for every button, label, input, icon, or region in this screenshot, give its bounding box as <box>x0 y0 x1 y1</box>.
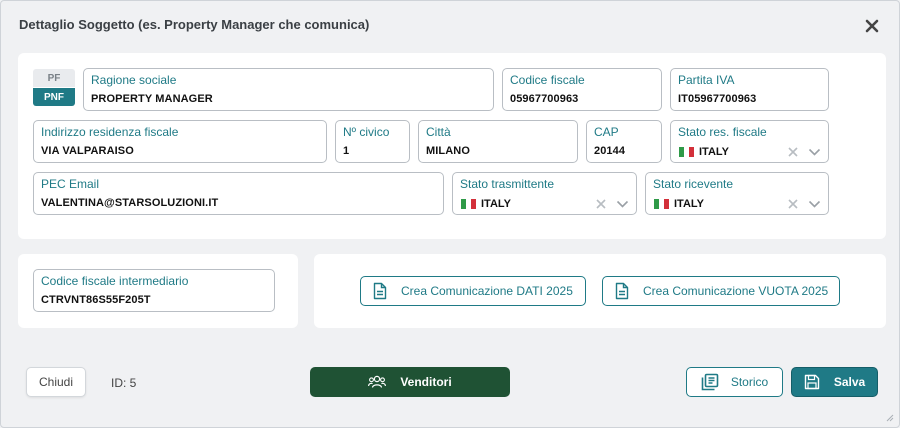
clear-x-icon[interactable] <box>787 198 799 210</box>
save-icon <box>804 374 820 390</box>
stato-ricevente-label: Stato ricevente <box>653 177 734 191</box>
civico-label: Nº civico <box>343 125 390 139</box>
close-icon <box>865 19 879 33</box>
italy-flag-icon <box>654 199 669 209</box>
cap-label: CAP <box>594 125 619 139</box>
stato-trasmittente-select[interactable]: Stato trasmittente ITALY <box>452 172 637 215</box>
italy-flag-icon <box>461 199 476 209</box>
pec-value: VALENTINA@STARSOLUZIONI.IT <box>41 197 219 209</box>
salva-label: Salva <box>833 375 866 389</box>
stato-res-select[interactable]: Stato res. fiscale ITALY <box>670 120 829 163</box>
cap-value: 20144 <box>594 145 626 157</box>
stato-ricevente-select[interactable]: Stato ricevente ITALY <box>645 172 829 215</box>
venditori-label: Venditori <box>400 375 452 389</box>
citta-value: MILANO <box>426 145 470 157</box>
cap-field[interactable]: CAP 20144 <box>586 120 662 163</box>
resize-handle-icon[interactable] <box>884 412 894 422</box>
salva-button[interactable]: Salva <box>791 367 878 397</box>
partita-iva-label: Partita IVA <box>678 73 735 87</box>
crea-vuota-label: Crea Comunicazione VUOTA 2025 <box>643 284 829 298</box>
subject-type-pf[interactable]: PF <box>33 69 75 87</box>
partita-iva-value: IT05967700963 <box>678 93 757 105</box>
users-icon <box>368 375 387 388</box>
subject-detail-modal: Dettaglio Soggetto (es. Property Manager… <box>0 0 900 428</box>
storico-label: Storico <box>730 375 769 389</box>
clear-x-icon[interactable] <box>787 146 799 158</box>
ragione-sociale-label: Ragione sociale <box>91 73 177 87</box>
chevron-down-icon[interactable] <box>808 199 821 209</box>
codice-fiscale-label: Codice fiscale <box>510 73 585 87</box>
close-button[interactable] <box>861 15 883 37</box>
indirizzo-value: VIA VALPARAISO <box>41 145 134 157</box>
crea-dati-label: Crea Comunicazione DATI 2025 <box>401 284 573 298</box>
chevron-down-icon[interactable] <box>616 199 629 209</box>
partita-iva-field[interactable]: Partita IVA IT05967700963 <box>670 68 829 111</box>
clear-x-icon[interactable] <box>595 198 607 210</box>
citta-label: Città <box>426 125 451 139</box>
indirizzo-label: Indirizzo residenza fiscale <box>41 125 179 139</box>
crea-comunicazione-vuota-button[interactable]: Crea Comunicazione VUOTA 2025 <box>602 276 840 306</box>
ragione-sociale-value: PROPERTY MANAGER <box>91 93 213 105</box>
document-icon <box>615 282 629 300</box>
indirizzo-field[interactable]: Indirizzo residenza fiscale VIA VALPARAI… <box>33 120 327 163</box>
cf-intermediario-label: Codice fiscale intermediario <box>41 274 189 288</box>
subject-type-pnf[interactable]: PNF <box>33 88 75 106</box>
cf-intermediario-value: CTRVNT86S55F205T <box>41 294 151 306</box>
stato-trasmittente-label: Stato trasmittente <box>460 177 555 191</box>
pec-field[interactable]: PEC Email VALENTINA@STARSOLUZIONI.IT <box>33 172 444 215</box>
document-icon <box>373 282 387 300</box>
civico-value: 1 <box>343 145 350 157</box>
storico-button[interactable]: Storico <box>686 367 783 397</box>
stato-ricevente-value: ITALY <box>674 198 704 210</box>
italy-flag-icon <box>679 147 694 157</box>
stato-res-label: Stato res. fiscale <box>678 125 767 139</box>
crea-comunicazione-dati-button[interactable]: Crea Comunicazione DATI 2025 <box>360 276 586 306</box>
ragione-sociale-field[interactable]: Ragione sociale PROPERTY MANAGER <box>83 68 494 111</box>
codice-fiscale-value: 05967700963 <box>510 93 579 105</box>
citta-field[interactable]: Città MILANO <box>418 120 578 163</box>
record-id: ID: 5 <box>111 376 137 390</box>
stato-res-value: ITALY <box>699 146 729 158</box>
chiudi-button[interactable]: Chiudi <box>26 367 86 397</box>
cf-intermediario-field[interactable]: Codice fiscale intermediario CTRVNT86S55… <box>33 269 275 312</box>
modal-title: Dettaglio Soggetto (es. Property Manager… <box>19 17 370 32</box>
venditori-button[interactable]: Venditori <box>310 367 510 397</box>
stato-trasmittente-value: ITALY <box>481 198 511 210</box>
pec-label: PEC Email <box>41 177 100 191</box>
codice-fiscale-field[interactable]: Codice fiscale 05967700963 <box>502 68 662 111</box>
chevron-down-icon[interactable] <box>808 147 821 157</box>
civico-field[interactable]: Nº civico 1 <box>335 120 410 163</box>
history-icon <box>701 373 719 391</box>
